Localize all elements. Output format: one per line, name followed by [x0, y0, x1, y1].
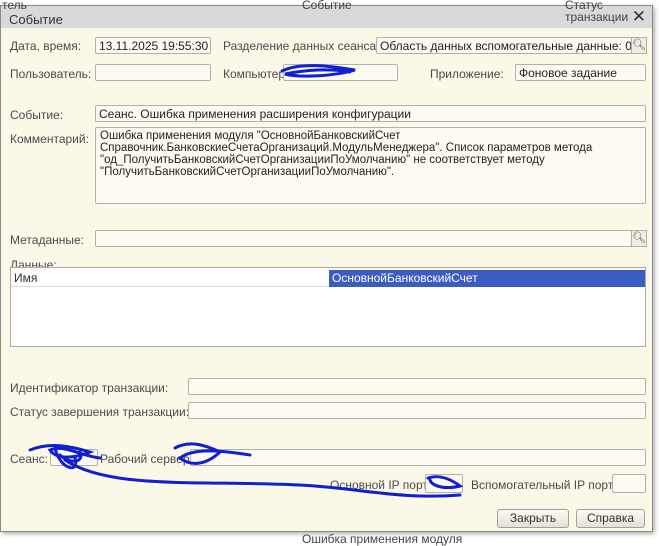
background-column-header: тель: [2, 0, 27, 12]
app-field[interactable]: Фоновое задание: [515, 64, 646, 81]
txn-status-label: Статус завершения транзакции:: [10, 405, 190, 419]
server-field[interactable]: [190, 449, 646, 466]
computer-field[interactable]: [283, 64, 398, 81]
app-label: Приложение:: [430, 67, 504, 81]
table-cell-value[interactable]: ОсновнойБанковскийСчет: [329, 270, 645, 287]
session-label: Сеанс:: [10, 452, 48, 466]
user-label: Пользователь:: [10, 67, 92, 81]
date-field[interactable]: 13.11.2025 19:55:30: [95, 37, 211, 54]
main-port-field[interactable]: [425, 474, 463, 493]
comment-line: "ПолучитьБанковскийСчетОрганизацииПоУмол…: [100, 166, 395, 178]
search-icon[interactable]: 🔍︎: [631, 230, 647, 247]
comment-field[interactable]: Ошибка применения модуля "ОсновнойБанков…: [95, 127, 646, 204]
server-label: Рабочий сервер:: [100, 452, 193, 466]
event-field[interactable]: Сеанс. Ошибка применения расширения конф…: [95, 105, 646, 122]
comment-label: Комментарий:: [10, 132, 89, 146]
txn-id-label: Идентификатор транзакции:: [10, 381, 169, 395]
background-column-header: Событие: [302, 0, 352, 12]
aux-port-field[interactable]: [612, 474, 646, 493]
metadata-label: Метаданные:: [10, 233, 85, 247]
computer-label: Компьютер:: [223, 67, 289, 81]
comment-line: "од_ПолучитьБанковскийСчетОрганизацииПоУ…: [100, 154, 545, 166]
background-column-header: Статус транзакции: [565, 0, 629, 24]
main-port-label: Основной IP порт:: [330, 478, 432, 492]
data-table[interactable]: Имя ОсновнойБанковскийСчет: [10, 267, 646, 347]
comment-line: Справочник.БанковскиеСчетаОрганизаций.Мо…: [100, 142, 593, 154]
txn-status-field[interactable]: [188, 402, 646, 419]
close-button[interactable]: Закрыть: [497, 509, 569, 528]
metadata-field[interactable]: [95, 230, 632, 247]
separation-field[interactable]: Область данных вспомогательные данные: 0…: [376, 37, 632, 54]
separation-label: Разделение данных сеанса:: [223, 39, 380, 53]
date-label: Дата, время:: [10, 39, 82, 53]
session-field[interactable]: [50, 449, 98, 466]
search-icon[interactable]: 🔍︎: [631, 37, 647, 54]
event-label: Событие:: [10, 108, 64, 122]
txn-id-field[interactable]: [188, 378, 646, 395]
dialog-title: Событие: [9, 12, 63, 27]
table-cell-name[interactable]: Имя: [11, 270, 329, 287]
help-button[interactable]: Справка: [576, 509, 645, 528]
comment-line: Ошибка применения модуля "ОсновнойБанков…: [100, 130, 401, 142]
user-field[interactable]: [95, 64, 211, 81]
aux-port-label: Вспомогательный IP порт:: [471, 478, 617, 492]
background-cell: Ошибка применения модуля: [302, 532, 463, 546]
